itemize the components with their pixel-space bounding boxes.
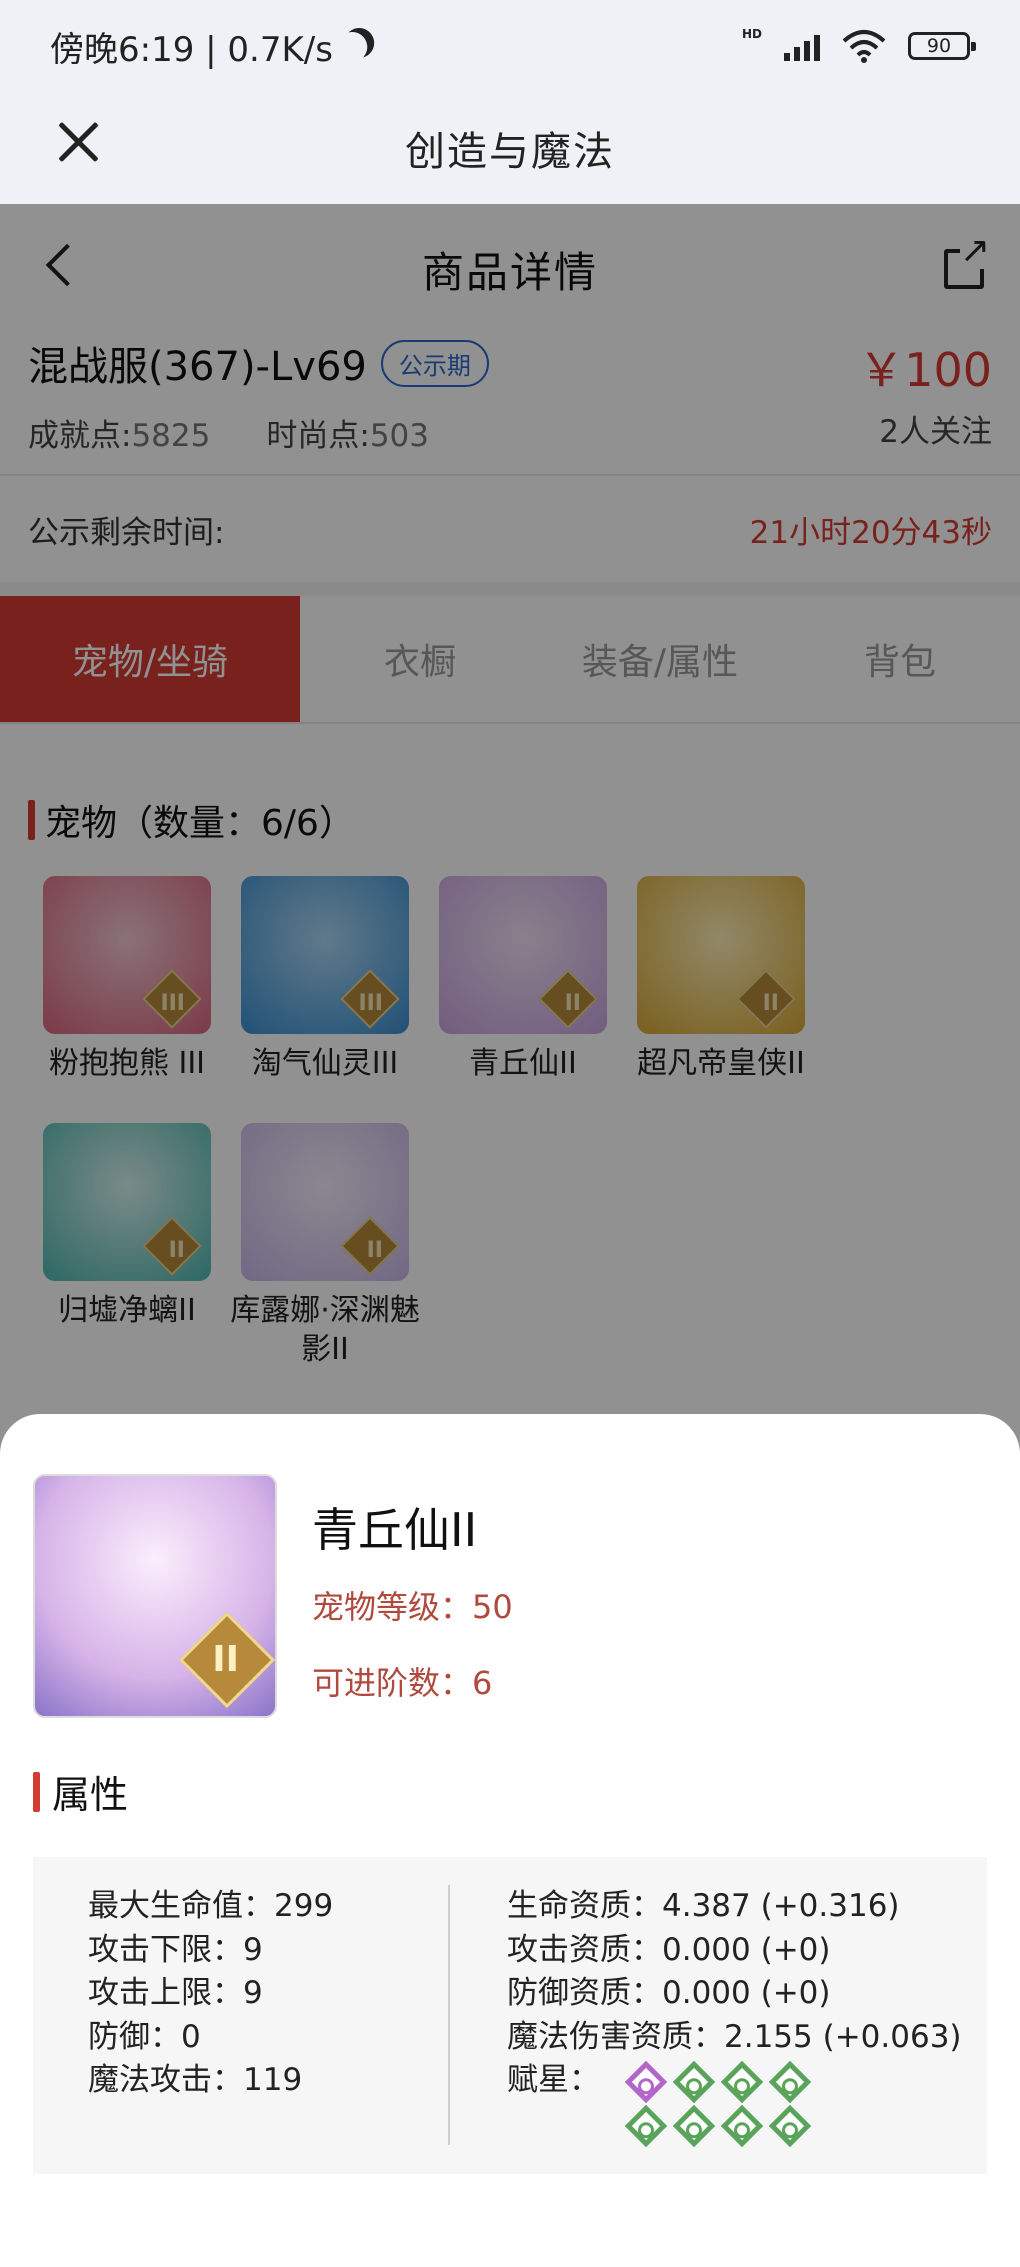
star-icon [624, 2104, 668, 2148]
app-bar: 创造与魔法 [0, 92, 1020, 204]
base-stats: 最大生命值：299 攻击下限：9 攻击上限：9 防御：0 魔法攻击：119 [88, 1885, 333, 2103]
tier-label: II [212, 1639, 239, 1680]
status-bar: 傍晚6:19 | 0.7K/s HD 90 [0, 0, 1020, 92]
stat-attack-max: 攻击上限：9 [88, 1975, 263, 2011]
attributes-panel: 最大生命值：299 攻击下限：9 攻击上限：9 防御：0 魔法攻击：119 生命… [33, 1857, 987, 2174]
status-icons: HD 90 [741, 27, 976, 63]
battery-icon: 90 [908, 32, 976, 60]
pet-advance-count: 可进阶数：6 [312, 1664, 493, 1702]
status-time-text: 傍晚6:19 | 0.7K/s [50, 29, 333, 70]
status-time: 傍晚6:19 | 0.7K/s [50, 22, 369, 71]
stat-defense: 防御：0 [88, 2018, 201, 2055]
sheet-pet-name: 青丘仙II [312, 1503, 478, 1557]
pet-portrait: II [33, 1474, 277, 1718]
sheet-header: II 青丘仙II 宠物等级：50 可进阶数：6 [0, 1414, 1020, 1724]
star-icon [768, 2104, 812, 2148]
close-icon[interactable] [52, 114, 106, 168]
wifi-icon [842, 30, 886, 63]
pet-level: 宠物等级：50 [312, 1588, 513, 1626]
moon-icon [339, 23, 380, 64]
app-title: 创造与魔法 [405, 129, 615, 175]
aptitude-magic: 魔法伤害资质：2.155 (+0.063) [507, 2018, 962, 2055]
pet-detail-sheet: II 青丘仙II 宠物等级：50 可进阶数：6 属性 最大生命值：299 攻击下… [0, 1414, 1020, 2267]
hd-label: HD [741, 27, 762, 41]
stat-max-hp: 最大生命值：299 [88, 1888, 334, 1924]
stat-attack-min: 攻击下限：9 [88, 1931, 263, 1968]
section-marker [33, 1771, 40, 1812]
aptitude-defense: 防御资质：0.000 (+0) [507, 1975, 831, 2011]
page: 傍晚6:19 | 0.7K/s HD 90 创造与魔法 商品详情 ↗ 混战服(3… [0, 0, 1020, 2267]
attributes-label: 属性 [52, 1773, 129, 1817]
signal-icon [784, 31, 820, 61]
battery-level: 90 [926, 35, 952, 57]
aptitude-attack: 攻击资质：0.000 (+0) [507, 1931, 831, 1968]
attributes-title: 属性 [33, 1764, 128, 1819]
aptitude-hp: 生命资质：4.387 (+0.316) [507, 1888, 900, 1924]
stat-magic-attack: 魔法攻击：119 [88, 2062, 303, 2098]
column-divider [448, 1885, 450, 2145]
star-icon [720, 2104, 764, 2148]
star-icon [672, 2104, 716, 2148]
